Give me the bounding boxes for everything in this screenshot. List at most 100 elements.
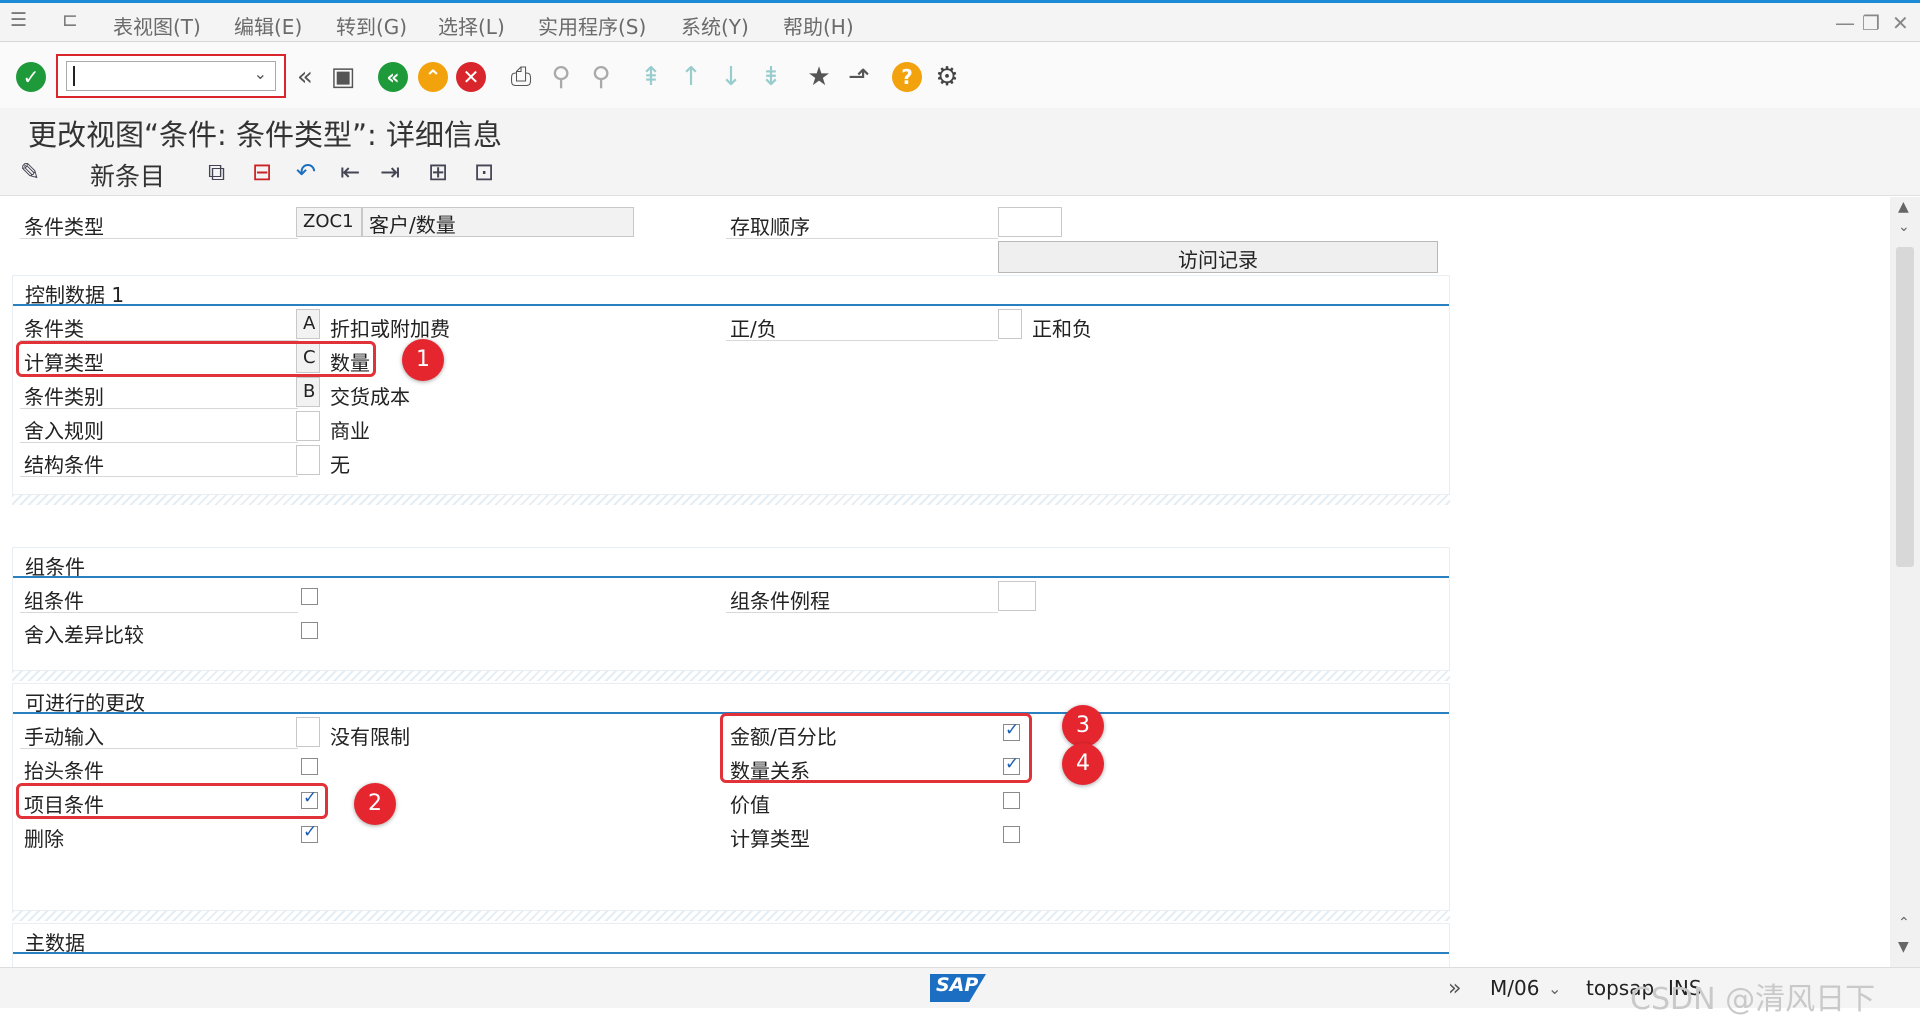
menu-item-system[interactable]: 系统(Y) <box>681 11 749 40</box>
next-page-icon: ↓ <box>720 62 742 92</box>
group-routine-field[interactable] <box>998 581 1036 611</box>
section-title: 可进行的更改 <box>25 691 145 715</box>
plus-minus-label: 正/负 <box>726 311 998 341</box>
manual-entry-text: 没有限制 <box>330 725 410 749</box>
shortcut-icon[interactable]: ⬏ <box>842 60 876 94</box>
cond-class-field[interactable]: A <box>296 309 320 339</box>
exit-up-icon[interactable]: ⌃ <box>416 60 450 94</box>
header-cond-checkbox[interactable] <box>301 758 318 775</box>
menu-item-goto[interactable]: 转到(G) <box>336 11 407 40</box>
command-field[interactable]: ⌄ <box>56 54 286 98</box>
calc-type-change-checkbox[interactable] <box>1003 826 1020 843</box>
content-area: 条件类型 ZOC1 客户/数量 存取顺序 访问记录 控制数据 1 条件类 A 折… <box>0 197 1890 967</box>
scroll-page-up-icon[interactable]: ⌃ <box>1898 915 1910 931</box>
cond-type-desc-field: 客户/数量 <box>362 207 634 237</box>
select-all-icon[interactable]: ⊞ <box>428 158 448 186</box>
delete-icon[interactable]: ⊟ <box>252 158 272 186</box>
header-cond-label: 抬头条件 <box>24 759 104 783</box>
system-toolbar: ✓ ⌄ « ▣ « ⌃ ✕ ⎙ ⚲ ⚲ ⇞ ↑ ↓ ⇟ ★ ⬏ ? ⚙ <box>0 42 1920 112</box>
cond-category-label: 条件类别 <box>20 379 298 409</box>
access-seq-field[interactable] <box>998 207 1062 237</box>
display-change-icon[interactable]: ✎ <box>20 158 40 186</box>
rounding-rule-field[interactable] <box>296 411 320 441</box>
annotation-badge-3: 3 <box>1062 705 1104 747</box>
minimize-icon[interactable]: — <box>1835 11 1855 35</box>
scrollbar-thumb[interactable] <box>1896 247 1914 567</box>
section-separator <box>12 495 1450 505</box>
section-title: 控制数据 1 <box>25 283 125 307</box>
section-separator <box>12 911 1450 921</box>
close-window-icon[interactable]: ✕ <box>1892 11 1909 35</box>
group-routine-label: 组条件例程 <box>726 583 998 613</box>
cond-class-label: 条件类 <box>20 311 298 341</box>
structure-cond-text: 无 <box>330 453 350 477</box>
exit-icon[interactable]: ⊏ <box>62 9 78 31</box>
previous-entry-icon[interactable]: ⇤ <box>340 158 360 186</box>
sap-logo: SAP <box>930 974 986 1002</box>
structure-cond-field[interactable] <box>296 445 320 475</box>
cond-type-code-field[interactable]: ZOC1 <box>296 207 362 237</box>
delete-label: 删除 <box>24 827 64 851</box>
calc-type-change-label: 计算类型 <box>730 827 810 851</box>
back-icon[interactable]: « <box>376 60 410 94</box>
undo-icon[interactable]: ↶ <box>296 158 316 186</box>
new-entries-button[interactable]: 新条目 <box>90 157 165 193</box>
highlight-box-amount-qty <box>720 713 1032 783</box>
gear-icon[interactable]: ⚙ <box>930 60 964 94</box>
find-icon: ⚲ <box>551 62 571 92</box>
rounding-rule-label: 舍入规则 <box>20 413 298 443</box>
highlight-box-item-cond <box>16 783 328 819</box>
manual-entry-field[interactable] <box>296 717 320 747</box>
restore-icon[interactable]: ❐ <box>1862 11 1880 35</box>
help-icon[interactable]: ? <box>890 60 924 94</box>
highlight-box-calc-type <box>16 341 376 377</box>
cancel-icon[interactable]: ✕ <box>454 60 488 94</box>
delete-checkbox[interactable] <box>301 822 318 843</box>
scroll-up-icon[interactable]: ▲ <box>1898 199 1909 215</box>
records-button[interactable]: 访问记录 <box>998 241 1438 273</box>
vertical-scrollbar[interactable]: ▲ ⌄ ⌃ ▼ <box>1890 197 1920 967</box>
chevron-down-icon[interactable]: ⌄ <box>1548 979 1561 998</box>
sap-menu-icon[interactable]: ☰ <box>10 9 27 31</box>
section-title: 组条件 <box>25 555 85 579</box>
status-client[interactable]: M/06 <box>1490 976 1539 1000</box>
manual-entry-label: 手动输入 <box>20 719 298 749</box>
group-cond-label: 组条件 <box>20 583 298 613</box>
variant-icon[interactable]: ⊡ <box>474 158 494 186</box>
status-expand-icon[interactable]: » <box>1448 976 1461 1001</box>
round-diff-label: 舍入差异比较 <box>24 623 144 647</box>
cond-type-label: 条件类型 <box>20 209 298 239</box>
access-seq-label: 存取顺序 <box>726 209 998 239</box>
round-diff-checkbox[interactable] <box>301 622 318 639</box>
history-back-icon[interactable]: « <box>288 60 322 94</box>
master-data-section: 主数据 <box>12 923 1450 967</box>
menu-item-table-view[interactable]: 表视图(T) <box>113 11 201 40</box>
copy-as-icon[interactable]: ⧉ <box>208 158 225 186</box>
enter-icon[interactable]: ✓ <box>14 60 48 94</box>
plus-minus-field[interactable] <box>998 309 1022 339</box>
cond-category-field[interactable]: B <box>296 377 320 407</box>
value-checkbox[interactable] <box>1003 792 1020 809</box>
plus-minus-text: 正和负 <box>1032 317 1092 341</box>
print-icon[interactable]: ⎙ <box>504 60 538 94</box>
last-page-icon: ⇟ <box>760 62 782 92</box>
group-cond-checkbox[interactable] <box>301 588 318 605</box>
find-next-icon: ⚲ <box>591 62 611 92</box>
menu-item-help[interactable]: 帮助(H) <box>783 11 854 40</box>
page-title: 更改视图“条件: 条件类型”: 详细信息 <box>28 118 503 152</box>
application-toolbar: ✎ 新条目 ⧉ ⊟ ↶ ⇤ ⇥ ⊞ ⊡ <box>0 152 1920 196</box>
prev-page-icon: ↑ <box>680 62 702 92</box>
menu-item-utilities[interactable]: 实用程序(S) <box>538 11 646 40</box>
chevron-down-icon[interactable]: ⌄ <box>254 64 267 83</box>
save-icon[interactable]: ▣ <box>326 60 360 94</box>
scroll-down-icon[interactable]: ▼ <box>1898 939 1909 955</box>
watermark: CSDN @清风日下 <box>1630 982 1876 1017</box>
menu-item-selection[interactable]: 选择(L) <box>438 11 505 40</box>
first-page-icon: ⇞ <box>640 62 662 92</box>
next-entry-icon[interactable]: ⇥ <box>380 158 400 186</box>
annotation-badge-2: 2 <box>354 783 396 825</box>
scroll-page-down-icon[interactable]: ⌄ <box>1898 219 1910 235</box>
new-session-icon[interactable]: ★ <box>802 60 836 94</box>
structure-cond-label: 结构条件 <box>20 447 298 477</box>
menu-item-edit[interactable]: 编辑(E) <box>234 11 302 40</box>
